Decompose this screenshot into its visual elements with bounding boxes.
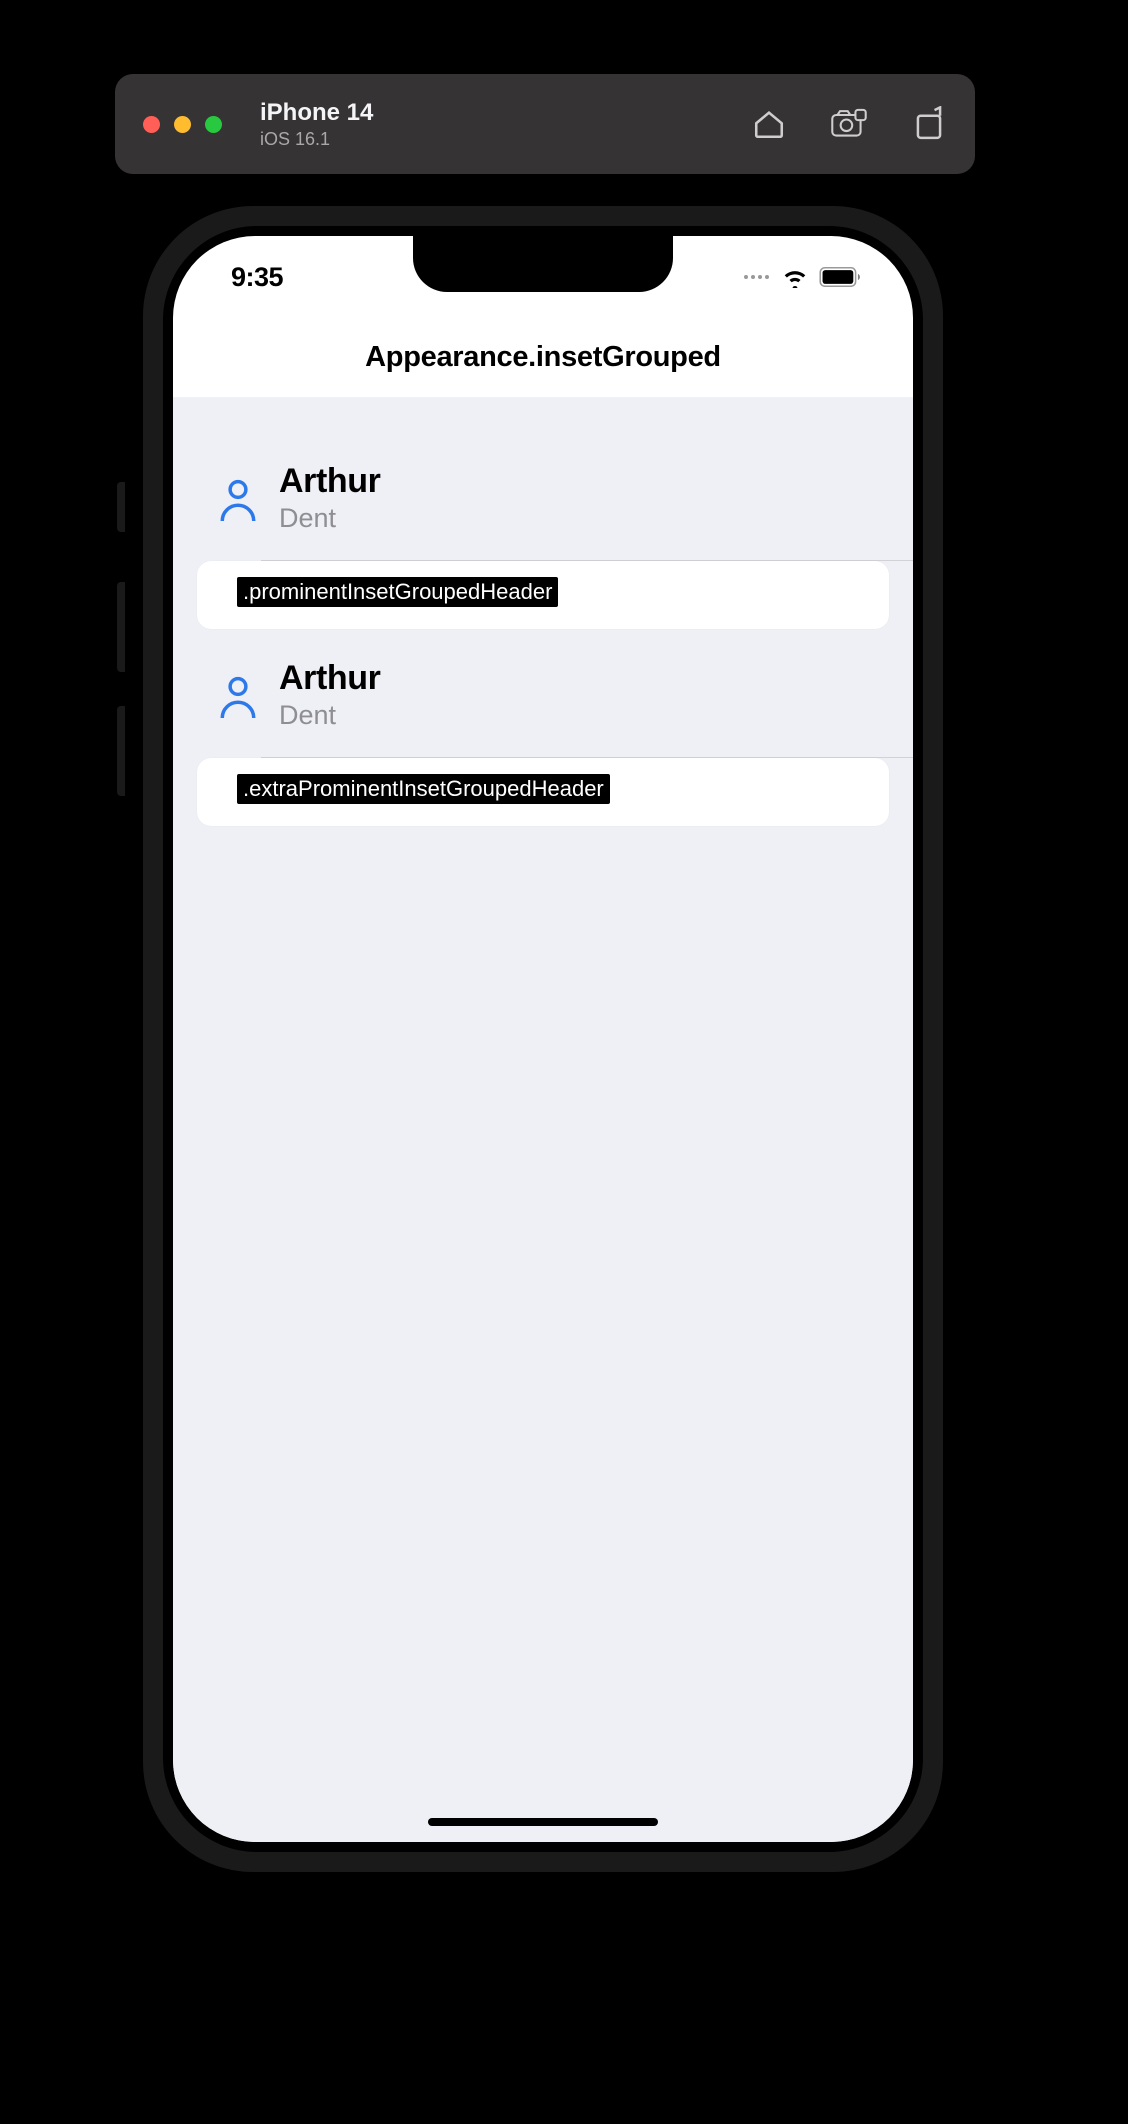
section-header: Arthur Dent [173, 645, 913, 745]
header-subtitle: Dent [279, 503, 380, 534]
notch [413, 236, 673, 292]
screenshot-button[interactable] [831, 106, 867, 142]
maximize-window-button[interactable] [205, 116, 222, 133]
header-title: Arthur [279, 659, 380, 698]
simulator-actions [751, 106, 947, 142]
device-frame: 9:35 Appearance.inset [143, 206, 943, 1872]
header-subtitle: Dent [279, 700, 380, 731]
close-window-button[interactable] [143, 116, 160, 133]
page-title: Appearance.insetGrouped [365, 341, 721, 374]
home-button[interactable] [751, 106, 787, 142]
list-section: Arthur Dent .prominentInsetGroupedHeader [173, 448, 913, 629]
person-icon [217, 477, 259, 519]
simulator-os-version: iOS 16.1 [260, 129, 751, 150]
rotate-button[interactable] [911, 106, 947, 142]
list-cell[interactable]: .extraProminentInsetGroupedHeader [197, 758, 889, 826]
status-right [744, 266, 863, 288]
wifi-icon [781, 266, 809, 288]
device-inner: 9:35 Appearance.inset [163, 226, 923, 1852]
annotation-label: .prominentInsetGroupedHeader [237, 577, 558, 607]
volume-down-button[interactable] [117, 706, 125, 796]
navigation-bar: Appearance.insetGrouped [173, 318, 913, 398]
mute-switch[interactable] [117, 482, 125, 532]
simulator-title-block: iPhone 14 iOS 16.1 [260, 99, 751, 150]
annotation-label: .extraProminentInsetGroupedHeader [237, 774, 610, 804]
status-time: 9:35 [231, 262, 283, 293]
home-indicator[interactable] [428, 1818, 658, 1826]
simulator-device-name: iPhone 14 [260, 99, 751, 127]
screen: 9:35 Appearance.inset [173, 236, 913, 1842]
scroll-content[interactable]: Arthur Dent .prominentInsetGroupedHeader [173, 398, 913, 1842]
battery-icon [819, 267, 863, 287]
home-icon [752, 107, 786, 141]
window-controls [143, 116, 222, 133]
volume-up-button[interactable] [117, 582, 125, 672]
minimize-window-button[interactable] [174, 116, 191, 133]
cellular-indicator [744, 275, 769, 279]
list-cell[interactable]: .prominentInsetGroupedHeader [197, 561, 889, 629]
simulator-toolbar: iPhone 14 iOS 16.1 [115, 74, 975, 174]
header-title: Arthur [279, 462, 380, 501]
person-icon [217, 674, 259, 716]
rotate-icon [912, 106, 946, 142]
list-section: Arthur Dent .extraProminentInsetGroupedH… [173, 645, 913, 826]
section-header: Arthur Dent [173, 448, 913, 548]
screenshot-icon [831, 108, 867, 140]
